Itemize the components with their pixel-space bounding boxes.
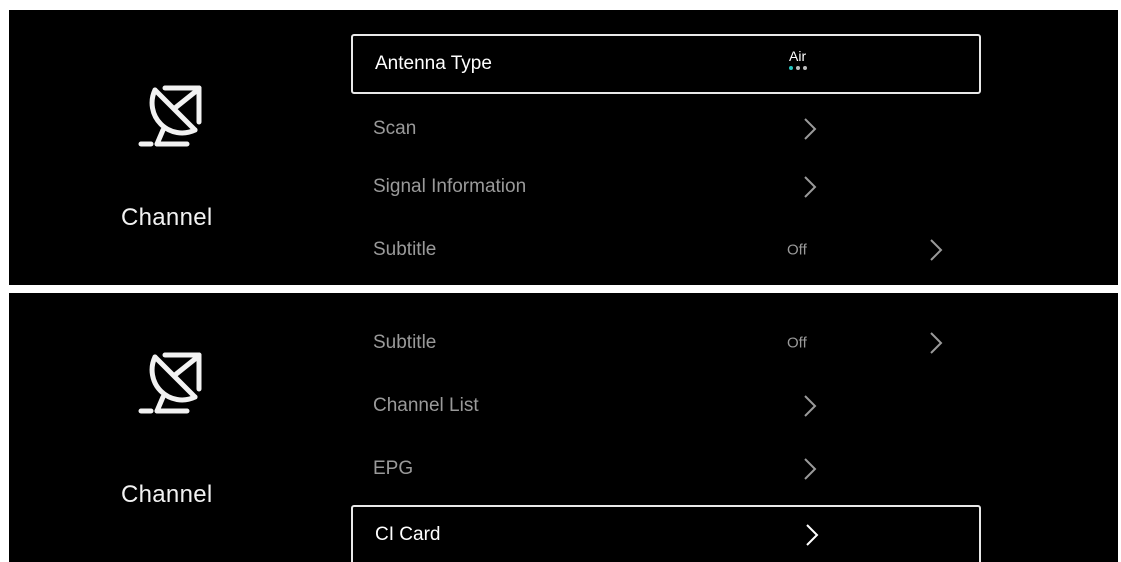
menu-item-signal-information[interactable]: Signal Information <box>351 157 981 217</box>
option-dot-active <box>789 66 793 70</box>
chevron-right-icon <box>803 175 817 199</box>
menu-item-label: Subtitle <box>373 239 437 260</box>
menu-item-label: Subtitle <box>373 332 437 353</box>
menu-item-channel-list[interactable]: Channel List <box>351 376 981 436</box>
chevron-right-icon <box>805 523 819 547</box>
satellite-dish-icon <box>137 345 209 417</box>
antenna-type-selector[interactable]: Air <box>789 48 829 70</box>
chevron-right-icon <box>929 331 943 355</box>
chevron-right-icon <box>803 457 817 481</box>
chevron-right-icon <box>803 394 817 418</box>
channel-menu-panel-bottom: Channel Subtitle Off Channel List EPG CI… <box>9 293 1118 562</box>
menu-item-subtitle[interactable]: Subtitle Off <box>351 313 981 373</box>
menu-item-antenna-type[interactable]: Antenna Type Air <box>351 34 981 94</box>
chevron-right-icon <box>803 117 817 141</box>
menu-item-epg[interactable]: EPG <box>351 439 981 499</box>
subtitle-value: Off <box>787 241 807 259</box>
antenna-type-value: Air <box>789 48 807 64</box>
settings-menu: Subtitle Off Channel List EPG CI Card <box>351 293 981 562</box>
menu-item-label: Antenna Type <box>375 53 492 74</box>
chevron-right-icon <box>929 238 943 262</box>
option-indicator <box>789 66 829 70</box>
settings-menu: Antenna Type Air Scan Signal Information <box>351 10 981 285</box>
channel-menu-panel-top: Channel Antenna Type Air Scan Signal Inf… <box>9 10 1118 285</box>
satellite-dish-icon <box>137 78 209 150</box>
menu-item-label: Signal Information <box>373 176 527 197</box>
menu-item-ci-card[interactable]: CI Card <box>351 505 981 562</box>
menu-item-label: EPG <box>373 458 414 479</box>
menu-item-label: Scan <box>373 118 417 139</box>
menu-item-label: Channel List <box>373 395 479 416</box>
subtitle-value: Off <box>787 334 807 352</box>
menu-item-scan[interactable]: Scan <box>351 99 981 159</box>
option-dot <box>803 66 807 70</box>
menu-item-subtitle[interactable]: Subtitle Off <box>351 220 981 280</box>
menu-item-label: CI Card <box>375 524 441 545</box>
category-label: Channel <box>121 204 213 231</box>
option-dot <box>796 66 800 70</box>
category-column: Channel <box>9 293 249 562</box>
category-label: Channel <box>121 481 213 508</box>
category-column: Channel <box>9 10 249 285</box>
